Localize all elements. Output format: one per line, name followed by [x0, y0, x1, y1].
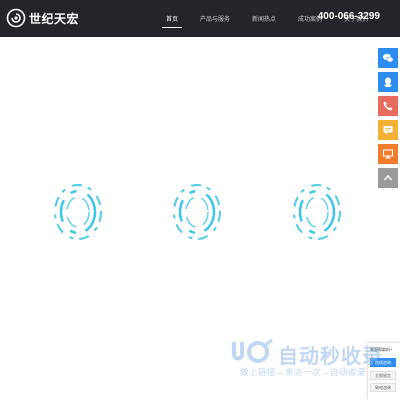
logo-text: 世纪天宏 — [29, 11, 80, 26]
nav-item-news[interactable]: 新闻热点 — [246, 0, 282, 37]
wechat-icon — [383, 53, 394, 63]
hotline-number: 400-066-3299 — [317, 11, 380, 22]
back-to-top-button[interactable] — [378, 168, 398, 188]
back-to-top-icon — [383, 174, 393, 181]
loading-spinner — [287, 180, 347, 244]
auto-index-watermark: 自动秒收录 做上链接→来访一次→自动收录 — [230, 338, 383, 378]
qq-button[interactable] — [378, 72, 398, 92]
spinner-rings-icon — [293, 184, 341, 240]
wechat-button[interactable] — [378, 48, 398, 68]
monitor-icon — [382, 149, 394, 159]
monitor-button[interactable] — [378, 144, 398, 164]
watermark-logo-icon — [232, 338, 273, 363]
watermark-subtitle: 做上链接→来访一次→自动收录 — [240, 367, 367, 377]
qq-icon — [384, 77, 392, 88]
loading-spinner — [167, 180, 227, 244]
message-button[interactable] — [378, 120, 398, 140]
watermark-title: 自动秒收录 — [278, 346, 383, 368]
nav-item-products[interactable]: 产品与服务 — [194, 0, 236, 37]
nav-item-home[interactable]: 首页 — [160, 0, 184, 37]
phone-button[interactable] — [378, 96, 398, 116]
message-icon — [383, 126, 393, 135]
spinner-rings-icon — [173, 184, 221, 240]
top-header: 世纪天宏 首页 产品与服务 新闻热点 成功案例 关于我们 400-066-329… — [0, 0, 400, 37]
spinner-rings-icon — [54, 184, 102, 240]
phone-icon — [383, 101, 393, 111]
loading-spinner — [48, 180, 108, 244]
call-consult-button[interactable]: 致电咨询 — [370, 383, 396, 392]
logo-mark-icon — [6, 8, 26, 28]
brand-logo[interactable]: 世纪天宏 — [6, 8, 79, 28]
side-float-bar — [378, 48, 398, 192]
